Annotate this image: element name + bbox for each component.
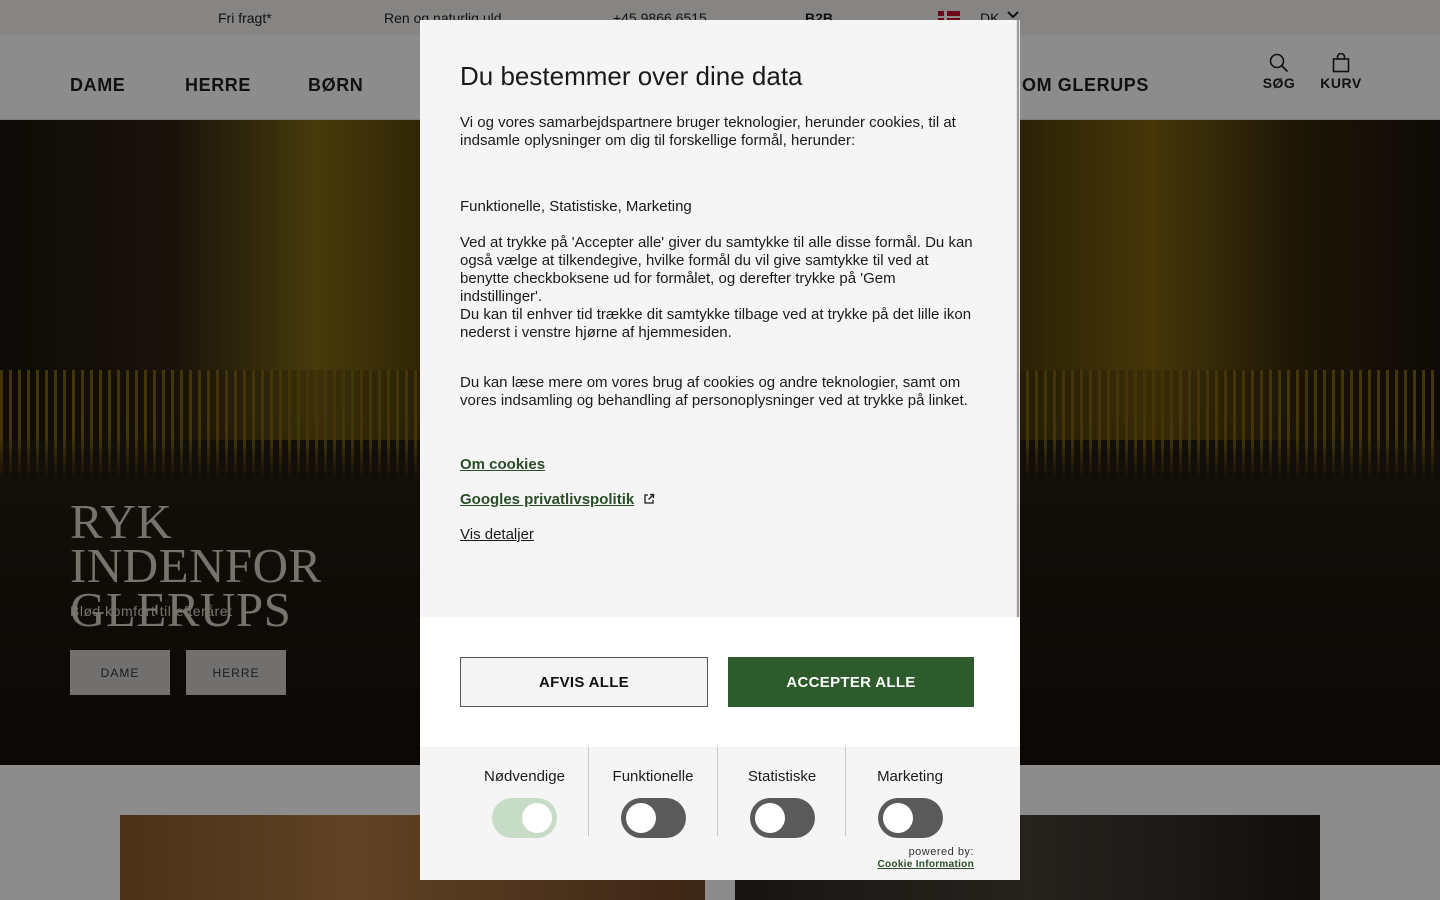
toggle-functional: Funktionelle bbox=[588, 747, 717, 838]
switch-knob bbox=[754, 803, 785, 833]
about-cookies-link[interactable]: Om cookies bbox=[460, 456, 545, 474]
cookie-read-more-text: Du kan læse mere om vores brug af cookie… bbox=[460, 374, 968, 409]
accept-all-button[interactable]: ACCEPTER ALLE bbox=[728, 657, 974, 707]
cookie-purposes-text: Funktionelle, Statistiske, Marketing bbox=[460, 198, 692, 215]
toggle-marketing: Marketing bbox=[845, 747, 974, 838]
functional-switch[interactable] bbox=[620, 798, 686, 838]
external-link-icon bbox=[644, 493, 654, 504]
toggle-label-necessary: Nødvendige bbox=[484, 768, 565, 785]
cookie-dialog-actions: AFVIS ALLE ACCEPTER ALLE bbox=[420, 617, 1020, 747]
toggle-label-functional: Funktionelle bbox=[612, 768, 694, 785]
toggle-label-marketing: Marketing bbox=[877, 768, 943, 785]
powered-by: powered by: Cookie Information bbox=[877, 846, 974, 871]
reject-all-button[interactable]: AFVIS ALLE bbox=[460, 657, 708, 707]
show-details-link[interactable]: Vis detaljer bbox=[460, 526, 534, 543]
statistics-switch[interactable] bbox=[749, 798, 815, 838]
toggle-label-statistics: Statistiske bbox=[747, 768, 817, 785]
withdraw-paragraph: Du kan til enhver tid trække dit samtykk… bbox=[460, 306, 972, 341]
switch-knob bbox=[522, 803, 552, 833]
cookie-category-toggles: Nødvendige Funktionelle Statistiske Mark… bbox=[420, 747, 1020, 880]
cookie-information-link[interactable]: Cookie Information bbox=[877, 859, 974, 870]
dialog-scrollbar-thumb[interactable] bbox=[1017, 20, 1019, 617]
toggle-statistics: Statistiske bbox=[717, 747, 846, 838]
marketing-switch[interactable] bbox=[877, 798, 943, 838]
cookie-dialog-title: Du bestemmer over dine data bbox=[460, 61, 803, 91]
cookie-dialog-content[interactable]: Du bestemmer over dine data Vi og vores … bbox=[420, 20, 1020, 617]
toggle-necessary: Nødvendige bbox=[460, 747, 589, 838]
cookie-consent-text: Ved at trykke på 'Accepter alle' giver d… bbox=[460, 234, 980, 342]
powered-by-label: powered by: bbox=[908, 846, 974, 858]
dialog-scrollbar[interactable] bbox=[1016, 20, 1020, 617]
google-privacy-link[interactable]: Googles privatlivspolitik bbox=[460, 491, 634, 509]
switch-knob bbox=[882, 803, 913, 833]
consent-paragraph: Ved at trykke på 'Accepter alle' giver d… bbox=[460, 234, 973, 305]
google-privacy-row: Googles privatlivspolitik bbox=[460, 491, 980, 526]
cookie-consent-dialog: Du bestemmer over dine data Vi og vores … bbox=[420, 20, 1020, 880]
cookie-intro-text: Vi og vores samarbejdspartnere bruger te… bbox=[460, 114, 956, 149]
switch-knob bbox=[625, 803, 656, 833]
necessary-switch bbox=[492, 798, 557, 838]
about-cookies-row: Om cookies bbox=[460, 456, 980, 491]
